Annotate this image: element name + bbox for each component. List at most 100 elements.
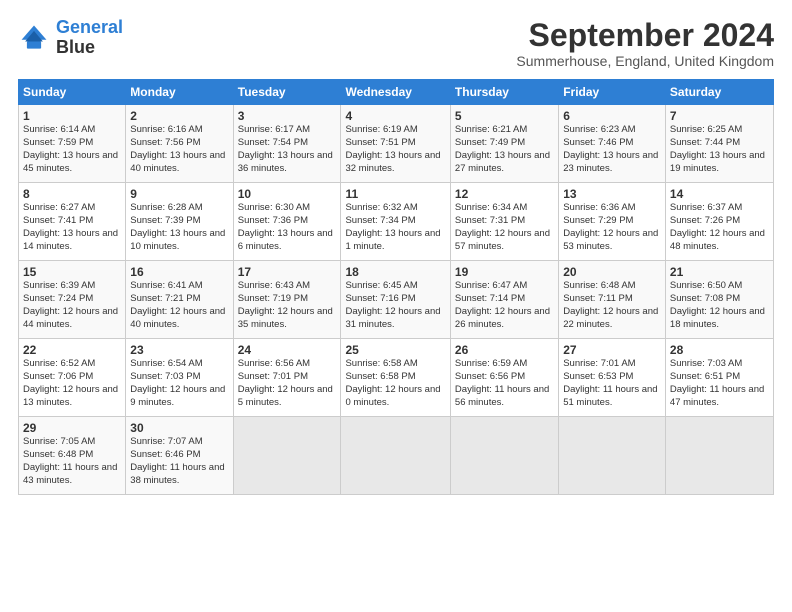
cell-info: Sunrise: 6:45 AMSunset: 7:16 PMDaylight:…: [345, 280, 445, 331]
day-header-wednesday: Wednesday: [341, 80, 450, 105]
cell-info: Sunrise: 6:47 AMSunset: 7:14 PMDaylight:…: [455, 280, 554, 331]
day-number: 20: [563, 265, 661, 279]
day-number: 3: [238, 109, 337, 123]
calendar-cell: [559, 417, 666, 495]
day-number: 8: [23, 187, 121, 201]
cell-info: Sunrise: 7:03 AMSunset: 6:51 PMDaylight:…: [670, 358, 769, 409]
day-number: 26: [455, 343, 554, 357]
cell-info: Sunrise: 6:50 AMSunset: 7:08 PMDaylight:…: [670, 280, 769, 331]
day-number: 1: [23, 109, 121, 123]
calendar-body: 1Sunrise: 6:14 AMSunset: 7:59 PMDaylight…: [19, 105, 774, 495]
calendar-cell: [450, 417, 558, 495]
calendar-cell: 24Sunrise: 6:56 AMSunset: 7:01 PMDayligh…: [233, 339, 341, 417]
calendar-week-2: 8Sunrise: 6:27 AMSunset: 7:41 PMDaylight…: [19, 183, 774, 261]
calendar-cell: 16Sunrise: 6:41 AMSunset: 7:21 PMDayligh…: [126, 261, 233, 339]
logo: GeneralBlue: [18, 18, 123, 58]
day-number: 17: [238, 265, 337, 279]
day-number: 11: [345, 187, 445, 201]
calendar-cell: [665, 417, 773, 495]
cell-info: Sunrise: 6:19 AMSunset: 7:51 PMDaylight:…: [345, 124, 445, 175]
cell-info: Sunrise: 6:17 AMSunset: 7:54 PMDaylight:…: [238, 124, 337, 175]
calendar-cell: 7Sunrise: 6:25 AMSunset: 7:44 PMDaylight…: [665, 105, 773, 183]
month-title: September 2024: [516, 18, 774, 53]
calendar-cell: 4Sunrise: 6:19 AMSunset: 7:51 PMDaylight…: [341, 105, 450, 183]
day-number: 12: [455, 187, 554, 201]
cell-info: Sunrise: 6:52 AMSunset: 7:06 PMDaylight:…: [23, 358, 121, 409]
day-header-monday: Monday: [126, 80, 233, 105]
cell-info: Sunrise: 6:16 AMSunset: 7:56 PMDaylight:…: [130, 124, 228, 175]
day-number: 18: [345, 265, 445, 279]
day-header-thursday: Thursday: [450, 80, 558, 105]
cell-info: Sunrise: 6:39 AMSunset: 7:24 PMDaylight:…: [23, 280, 121, 331]
day-number: 28: [670, 343, 769, 357]
day-number: 16: [130, 265, 228, 279]
cell-info: Sunrise: 6:59 AMSunset: 6:56 PMDaylight:…: [455, 358, 554, 409]
calendar-cell: [233, 417, 341, 495]
calendar-cell: 5Sunrise: 6:21 AMSunset: 7:49 PMDaylight…: [450, 105, 558, 183]
calendar-cell: 21Sunrise: 6:50 AMSunset: 7:08 PMDayligh…: [665, 261, 773, 339]
day-number: 27: [563, 343, 661, 357]
cell-info: Sunrise: 6:41 AMSunset: 7:21 PMDaylight:…: [130, 280, 228, 331]
calendar-cell: 25Sunrise: 6:58 AMSunset: 6:58 PMDayligh…: [341, 339, 450, 417]
calendar-week-4: 22Sunrise: 6:52 AMSunset: 7:06 PMDayligh…: [19, 339, 774, 417]
calendar-cell: 1Sunrise: 6:14 AMSunset: 7:59 PMDaylight…: [19, 105, 126, 183]
calendar-cell: 18Sunrise: 6:45 AMSunset: 7:16 PMDayligh…: [341, 261, 450, 339]
calendar-cell: 13Sunrise: 6:36 AMSunset: 7:29 PMDayligh…: [559, 183, 666, 261]
calendar-cell: 15Sunrise: 6:39 AMSunset: 7:24 PMDayligh…: [19, 261, 126, 339]
calendar-cell: 23Sunrise: 6:54 AMSunset: 7:03 PMDayligh…: [126, 339, 233, 417]
calendar-page: GeneralBlue September 2024 Summerhouse, …: [0, 0, 792, 612]
day-number: 5: [455, 109, 554, 123]
calendar-cell: 29Sunrise: 7:05 AMSunset: 6:48 PMDayligh…: [19, 417, 126, 495]
day-header-tuesday: Tuesday: [233, 80, 341, 105]
day-number: 10: [238, 187, 337, 201]
calendar-cell: 20Sunrise: 6:48 AMSunset: 7:11 PMDayligh…: [559, 261, 666, 339]
cell-info: Sunrise: 7:01 AMSunset: 6:53 PMDaylight:…: [563, 358, 661, 409]
header: GeneralBlue September 2024 Summerhouse, …: [18, 18, 774, 69]
calendar-cell: 9Sunrise: 6:28 AMSunset: 7:39 PMDaylight…: [126, 183, 233, 261]
day-number: 30: [130, 421, 228, 435]
day-number: 29: [23, 421, 121, 435]
cell-info: Sunrise: 7:07 AMSunset: 6:46 PMDaylight:…: [130, 436, 228, 487]
day-number: 4: [345, 109, 445, 123]
day-number: 23: [130, 343, 228, 357]
day-number: 9: [130, 187, 228, 201]
calendar-cell: 17Sunrise: 6:43 AMSunset: 7:19 PMDayligh…: [233, 261, 341, 339]
calendar-cell: 30Sunrise: 7:07 AMSunset: 6:46 PMDayligh…: [126, 417, 233, 495]
cell-info: Sunrise: 6:58 AMSunset: 6:58 PMDaylight:…: [345, 358, 445, 409]
calendar-cell: 8Sunrise: 6:27 AMSunset: 7:41 PMDaylight…: [19, 183, 126, 261]
cell-info: Sunrise: 6:37 AMSunset: 7:26 PMDaylight:…: [670, 202, 769, 253]
day-number: 21: [670, 265, 769, 279]
day-number: 13: [563, 187, 661, 201]
calendar-cell: 19Sunrise: 6:47 AMSunset: 7:14 PMDayligh…: [450, 261, 558, 339]
calendar-cell: 27Sunrise: 7:01 AMSunset: 6:53 PMDayligh…: [559, 339, 666, 417]
cell-info: Sunrise: 6:30 AMSunset: 7:36 PMDaylight:…: [238, 202, 337, 253]
calendar-table: SundayMondayTuesdayWednesdayThursdayFrid…: [18, 79, 774, 495]
calendar-cell: 6Sunrise: 6:23 AMSunset: 7:46 PMDaylight…: [559, 105, 666, 183]
calendar-week-5: 29Sunrise: 7:05 AMSunset: 6:48 PMDayligh…: [19, 417, 774, 495]
cell-info: Sunrise: 6:34 AMSunset: 7:31 PMDaylight:…: [455, 202, 554, 253]
cell-info: Sunrise: 6:14 AMSunset: 7:59 PMDaylight:…: [23, 124, 121, 175]
subtitle: Summerhouse, England, United Kingdom: [516, 53, 774, 69]
logo-text: GeneralBlue: [56, 18, 123, 58]
calendar-cell: 3Sunrise: 6:17 AMSunset: 7:54 PMDaylight…: [233, 105, 341, 183]
cell-info: Sunrise: 6:23 AMSunset: 7:46 PMDaylight:…: [563, 124, 661, 175]
day-headers-row: SundayMondayTuesdayWednesdayThursdayFrid…: [19, 80, 774, 105]
cell-info: Sunrise: 6:48 AMSunset: 7:11 PMDaylight:…: [563, 280, 661, 331]
calendar-cell: 10Sunrise: 6:30 AMSunset: 7:36 PMDayligh…: [233, 183, 341, 261]
calendar-cell: 22Sunrise: 6:52 AMSunset: 7:06 PMDayligh…: [19, 339, 126, 417]
cell-info: Sunrise: 6:25 AMSunset: 7:44 PMDaylight:…: [670, 124, 769, 175]
logo-icon: [18, 22, 50, 54]
calendar-week-1: 1Sunrise: 6:14 AMSunset: 7:59 PMDaylight…: [19, 105, 774, 183]
day-number: 7: [670, 109, 769, 123]
cell-info: Sunrise: 6:32 AMSunset: 7:34 PMDaylight:…: [345, 202, 445, 253]
day-header-sunday: Sunday: [19, 80, 126, 105]
day-number: 19: [455, 265, 554, 279]
calendar-cell: 2Sunrise: 6:16 AMSunset: 7:56 PMDaylight…: [126, 105, 233, 183]
cell-info: Sunrise: 6:28 AMSunset: 7:39 PMDaylight:…: [130, 202, 228, 253]
day-number: 15: [23, 265, 121, 279]
day-number: 6: [563, 109, 661, 123]
cell-info: Sunrise: 6:56 AMSunset: 7:01 PMDaylight:…: [238, 358, 337, 409]
title-area: September 2024 Summerhouse, England, Uni…: [516, 18, 774, 69]
cell-info: Sunrise: 7:05 AMSunset: 6:48 PMDaylight:…: [23, 436, 121, 487]
calendar-week-3: 15Sunrise: 6:39 AMSunset: 7:24 PMDayligh…: [19, 261, 774, 339]
